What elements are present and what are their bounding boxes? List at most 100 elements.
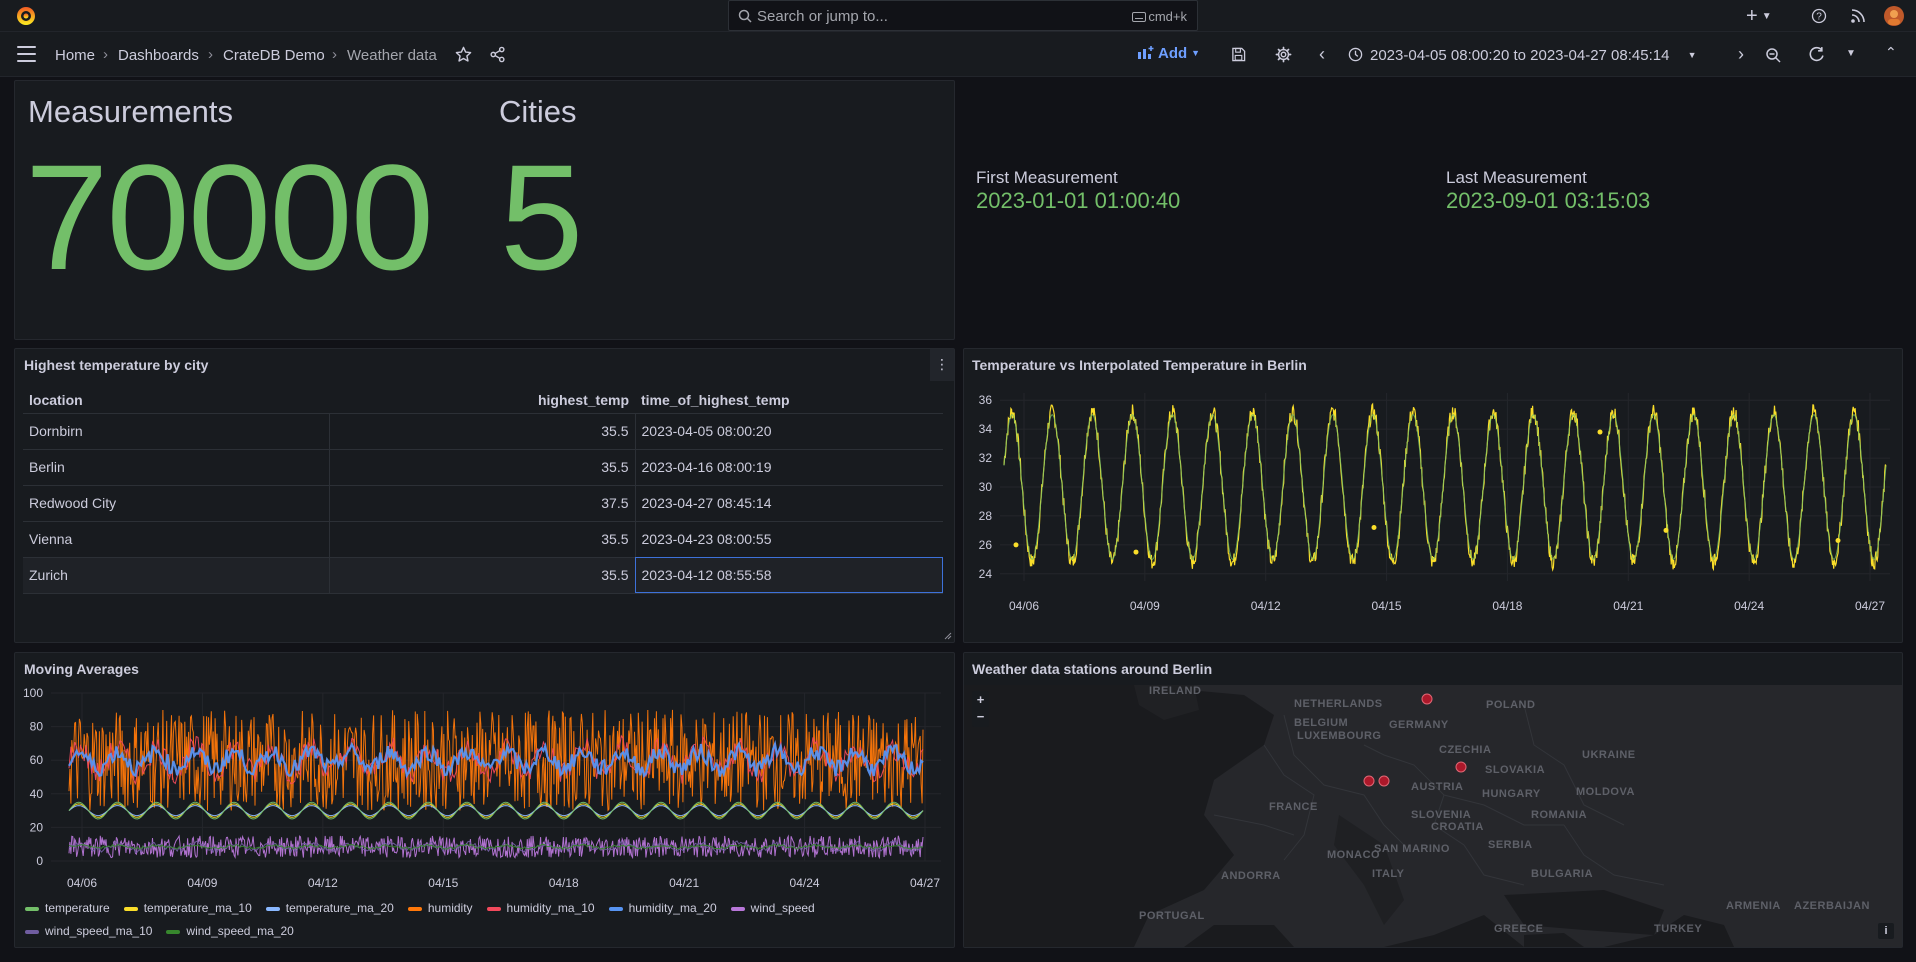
station-marker[interactable] (1363, 775, 1375, 787)
top-bar: Search or jump to... cmd+k + ▼ ? (0, 0, 1916, 32)
time-shift-forward-icon[interactable]: › (1738, 44, 1744, 65)
legend-item[interactable]: wind_speed_ma_20 (166, 920, 294, 943)
map-label: SLOVENIA (1411, 809, 1472, 821)
x-tick-label: 04/09 (187, 876, 217, 890)
map-attribution-info-button[interactable]: i (1878, 923, 1894, 939)
search-input[interactable]: Search or jump to... cmd+k (728, 0, 1198, 31)
map-label: SAN MARINO (1374, 843, 1450, 855)
y-tick-label: 36 (979, 393, 993, 407)
grafana-logo-icon[interactable] (15, 5, 37, 27)
moving-averages-title: Moving Averages (24, 661, 139, 677)
breadcrumb-folder[interactable]: CrateDB Demo (223, 47, 325, 64)
cell-location: Zurich (23, 557, 329, 594)
keyboard-icon (1132, 12, 1147, 22)
map-panel: Weather data stations around Berlin IREL… (963, 652, 1903, 948)
legend-swatch (25, 929, 39, 934)
legend-label: wind_speed_ma_10 (45, 924, 153, 938)
refresh-icon[interactable] (1808, 46, 1825, 63)
dashboard-nav-bar: Home › Dashboards › CrateDB Demo › Weath… (0, 32, 1916, 77)
legend-swatch (25, 906, 39, 911)
x-tick-label: 04/12 (1251, 599, 1281, 613)
x-tick-label: 04/27 (1855, 599, 1885, 613)
cell-location: Vienna (23, 521, 329, 558)
moving-averages-chart[interactable]: 0 20 40 60 80 100 04/06 04/09 04/12 04/15 04/18 04/… (15, 681, 954, 913)
cell-location: Redwood City (23, 485, 329, 522)
table-panel-title: Highest temperature by city (24, 357, 209, 373)
y-tick-label: 60 (30, 753, 44, 767)
table-row[interactable]: Vienna 35.5 2023-04-23 08:00:55 (23, 521, 943, 558)
clock-icon (1348, 47, 1363, 62)
map-label: MOLDOVA (1576, 786, 1635, 798)
user-avatar[interactable] (1883, 5, 1905, 27)
station-marker[interactable] (1378, 775, 1390, 787)
time-range-picker[interactable]: 2023-04-05 08:00:20 to 2023-04-27 08:45:… (1370, 47, 1697, 64)
legend-item[interactable]: humidity_ma_10 (486, 897, 595, 920)
resize-handle-icon[interactable] (944, 632, 952, 640)
breadcrumb-dashboards[interactable]: Dashboards (118, 47, 199, 64)
legend-item[interactable]: temperature_ma_20 (265, 897, 394, 920)
column-header-location[interactable]: location (23, 387, 329, 414)
help-icon[interactable]: ? (1811, 8, 1827, 24)
cell-time: 2023-04-05 08:00:20 (634, 413, 943, 450)
legend-item[interactable]: temperature (25, 897, 110, 920)
table-row[interactable]: Redwood City 37.5 2023-04-27 08:45:14 (23, 485, 943, 522)
zoom-in-button[interactable]: + (972, 691, 989, 709)
y-tick-label: 100 (23, 686, 43, 700)
share-icon[interactable] (489, 46, 506, 63)
stat-panel-counts: Measurements 70000 Cities 5 (14, 80, 955, 340)
save-icon[interactable] (1231, 47, 1246, 62)
svg-text:?: ? (1816, 12, 1822, 23)
station-marker[interactable] (1421, 693, 1433, 705)
settings-gear-icon[interactable] (1275, 46, 1292, 63)
x-tick-label: 04/15 (428, 876, 458, 890)
map-label: MONACO (1327, 849, 1381, 861)
legend-label: wind_speed_ma_20 (186, 924, 294, 938)
news-rss-icon[interactable] (1850, 8, 1866, 24)
cell-highest-temp: 35.5 (328, 557, 635, 594)
star-icon[interactable] (455, 46, 472, 63)
cell-time: 2023-04-12 08:55:58 (634, 557, 943, 594)
cities-value: 5 (500, 133, 583, 301)
legend-item[interactable]: wind_speed_ma_10 (25, 920, 152, 943)
legend-item[interactable]: humidity (407, 897, 473, 920)
legend-item[interactable]: temperature_ma_10 (123, 897, 252, 920)
table-row[interactable]: Berlin 35.5 2023-04-16 08:00:19 (23, 449, 943, 486)
add-panel-icon (1138, 46, 1154, 59)
map-zoom-controls: + − (972, 691, 989, 727)
map-label: ROMANIA (1531, 809, 1588, 821)
cell-highest-temp: 35.5 (328, 521, 635, 558)
panel-menu-icon[interactable]: ⋮ (930, 349, 954, 381)
map-label: GERMANY (1389, 719, 1449, 731)
new-menu-button[interactable]: + ▼ (1746, 5, 1772, 28)
legend-label: humidity_ma_10 (506, 901, 595, 915)
add-button-label: Add (1158, 45, 1188, 62)
temperature-line-chart[interactable]: 24 26 28 30 32 34 36 04/06 04/09 04/12 04/15 04/18 0… (964, 381, 1902, 641)
collapse-chevron-up-icon[interactable]: ⌃ (1885, 44, 1897, 61)
table-row[interactable]: Zurich 35.5 2023-04-12 08:55:58 (23, 557, 943, 594)
map-label: NETHERLANDS (1294, 698, 1383, 710)
time-shift-back-icon[interactable]: ‹ (1319, 44, 1325, 65)
map-label: AUSTRIA (1411, 781, 1464, 793)
legend-item[interactable]: humidity_ma_20 (608, 897, 717, 920)
breadcrumb-home[interactable]: Home (55, 47, 95, 64)
zoom-out-button[interactable]: − (972, 709, 989, 727)
table-panel: Highest temperature by city ⋮ location h… (14, 348, 955, 643)
x-tick-label: 04/21 (1613, 599, 1643, 613)
map-label: UKRAINE (1582, 749, 1636, 761)
add-button[interactable]: Add ▼ (1137, 45, 1200, 62)
time-range-separator: to (1513, 47, 1526, 64)
data-point (1663, 527, 1669, 533)
moving-averages-legend: temperature temperature_ma_10 temperature_… (25, 897, 925, 943)
zoom-out-icon[interactable] (1765, 47, 1781, 63)
legend-item[interactable]: wind_speed (730, 897, 815, 920)
refresh-interval-chevron-down-icon[interactable]: ▼ (1846, 48, 1856, 59)
menu-toggle-button[interactable] (17, 46, 36, 62)
y-tick-label: 34 (979, 422, 993, 436)
temperature-chart-panel: Temperature vs Interpolated Temperature … (963, 348, 1903, 643)
station-marker[interactable] (1455, 761, 1467, 773)
column-header-time-of-highest-temp[interactable]: time_of_highest_temp (635, 387, 943, 414)
column-header-highest-temp[interactable]: highest_temp (329, 387, 635, 414)
table-row[interactable]: Dornbirn 35.5 2023-04-05 08:00:20 (23, 413, 943, 450)
legend-label: temperature (45, 901, 110, 915)
map-label: AZERBAIJAN (1794, 900, 1870, 912)
